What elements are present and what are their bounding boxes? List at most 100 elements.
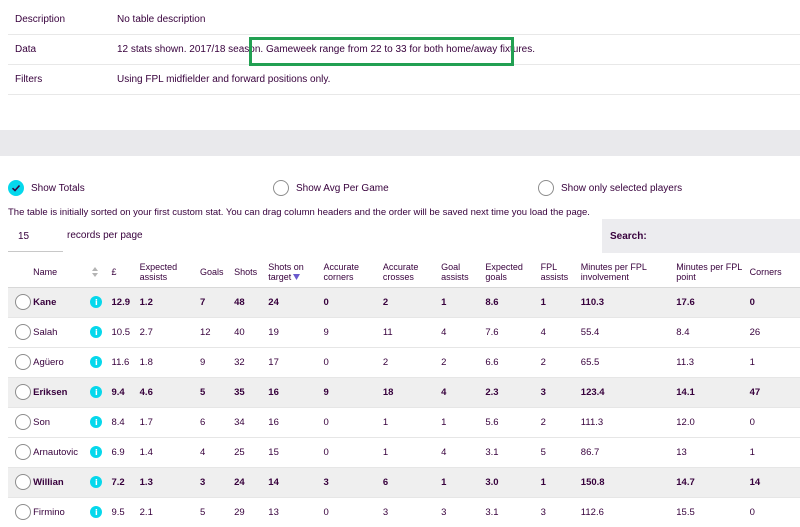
cell-expected-assists: 2.7 [139, 326, 153, 338]
player-info-icon[interactable]: i [90, 476, 103, 488]
header-fpl-assists[interactable]: FPL assists [540, 257, 581, 288]
player-info-cell: i [90, 437, 111, 467]
row-select-radio[interactable] [15, 324, 31, 340]
table-row[interactable]: Salah i 10.5 2.7 12 40 19 9 11 4 7.6 4 55.4 8.4 26 [8, 317, 800, 347]
header-fpl-assists-label: FPL assists [540, 261, 569, 282]
cell-corners: 14 [749, 476, 761, 488]
header-price[interactable]: £ [111, 257, 140, 288]
description-value: No table description [117, 14, 206, 25]
option-show-avg[interactable]: Show Avg Per Game [273, 180, 389, 196]
row-select-radio[interactable] [15, 444, 31, 460]
sort-arrows-icon[interactable] [92, 267, 99, 278]
cell-shots: 24 [234, 476, 245, 488]
table-row[interactable]: Willian i 7.2 1.3 3 24 14 3 6 1 3.0 1 150.8 14.7 14 [8, 467, 800, 497]
player-info-cell: i [90, 347, 111, 377]
row-select-radio[interactable] [15, 474, 31, 490]
option-show-totals[interactable]: Show Totals [8, 180, 85, 196]
table-body: Kane i 12.9 1.2 7 48 24 0 2 1 8.6 1 110.3 17.6 0 Salah i… [8, 287, 800, 527]
row-select-radio[interactable] [15, 354, 31, 370]
header-expected-assists[interactable]: Expected assists [139, 257, 200, 288]
header-minutes-per-point[interactable]: Minutes per FPL point [676, 257, 750, 288]
radio-unchecked-icon[interactable] [273, 180, 289, 196]
table-header-row: Name £ Expected assists Goals Shots Shot… [8, 257, 800, 288]
cell-expected-goals: 3.0 [485, 476, 499, 488]
cell-expected-assists: 1.7 [139, 416, 153, 428]
header-shots-label: Shots [234, 266, 258, 277]
cell-goal-assists: 4 [441, 446, 447, 458]
radio-unchecked-icon[interactable] [538, 180, 554, 196]
cell-fpl-assists: 1 [540, 296, 546, 308]
cell-minutes-per-point: 11.3 [676, 356, 695, 368]
cell-name: Salah [33, 326, 58, 338]
cell-goal-assists: 4 [441, 326, 447, 338]
header-expected-goals[interactable]: Expected goals [485, 257, 541, 288]
cell-minutes-per-point: 13 [676, 446, 687, 458]
row-select-cell [8, 317, 33, 347]
row-select-radio[interactable] [15, 384, 31, 400]
player-info-cell: i [90, 377, 111, 407]
header-shots[interactable]: Shots [234, 257, 269, 288]
header-goal-assists[interactable]: Goal assists [441, 257, 486, 288]
row-select-radio[interactable] [15, 504, 31, 520]
row-select-cell [8, 287, 33, 317]
cell-shots-on-target: 17 [268, 356, 279, 368]
table-row[interactable]: Eriksen i 9.4 4.6 5 35 16 9 18 4 2.3 3 123.4 14.1 47 [8, 377, 800, 407]
cell-fpl-assists: 4 [540, 326, 546, 338]
header-name[interactable]: Name [33, 257, 91, 288]
radio-checked-icon[interactable] [8, 180, 24, 196]
cell-accurate-corners: 0 [323, 416, 329, 428]
player-info-icon[interactable]: i [90, 416, 103, 428]
player-info-icon[interactable]: i [90, 506, 103, 518]
records-per-page-input[interactable] [8, 221, 63, 252]
table-row[interactable]: Firmino i 9.5 2.1 5 29 13 0 3 3 3.1 3 112.6 15.5 0 [8, 497, 800, 527]
player-info-icon[interactable]: i [90, 296, 103, 308]
header-accurate-corners[interactable]: Accurate corners [323, 257, 383, 288]
table-row[interactable]: Son i 8.4 1.7 6 34 16 0 1 1 5.6 2 111.3 12.0 0 [8, 407, 800, 437]
header-corners[interactable]: Corners [749, 257, 800, 288]
option-show-selected[interactable]: Show only selected players [538, 180, 682, 196]
header-accurate-corners-label: Accurate corners [323, 261, 360, 282]
cell-shots-on-target: 13 [268, 506, 279, 518]
cell-expected-assists: 2.1 [139, 506, 153, 518]
show-totals-label: Show Totals [31, 182, 85, 194]
cell-price: 12.9 [111, 296, 131, 308]
cell-shots-on-target: 14 [268, 476, 279, 488]
row-select-radio[interactable] [15, 414, 31, 430]
header-goals-label: Goals [199, 266, 224, 277]
table-row[interactable]: Arnautovic i 6.9 1.4 4 25 15 0 1 4 3.1 5 86.7 13 1 [8, 437, 800, 467]
player-info-icon[interactable]: i [90, 386, 103, 398]
cell-shots: 34 [234, 416, 245, 428]
cell-minutes-per-point: 14.7 [676, 476, 695, 488]
header-sort-toggle[interactable] [90, 257, 112, 288]
player-info-icon[interactable]: i [90, 356, 103, 368]
cell-goals: 9 [199, 356, 206, 368]
cell-goal-assists: 1 [441, 296, 447, 308]
table-row[interactable]: Kane i 12.9 1.2 7 48 24 0 2 1 8.6 1 110.3 17.6 0 [8, 287, 800, 317]
cell-goal-assists: 1 [441, 476, 447, 488]
cell-goals: 7 [199, 296, 206, 308]
filters-value: Using FPL midfielder and forward positio… [117, 74, 331, 85]
header-accurate-crosses[interactable]: Accurate crosses [382, 257, 442, 288]
show-avg-label: Show Avg Per Game [296, 182, 389, 194]
cell-corners: 0 [749, 506, 755, 518]
sort-descending-icon[interactable] [293, 274, 301, 281]
search-label: Search: [610, 230, 647, 242]
player-info-icon[interactable]: i [90, 326, 103, 338]
cell-shots: 25 [234, 446, 245, 458]
header-shots-on-target[interactable]: Shots on target [268, 257, 324, 288]
cell-goals: 12 [199, 326, 211, 338]
search-input[interactable]: Search: [602, 219, 800, 253]
header-minutes-per-involvement[interactable]: Minutes per FPL involvement [580, 257, 677, 288]
cell-shots-on-target: 19 [268, 326, 279, 338]
player-info-cell: i [90, 317, 111, 347]
cell-shots-on-target: 24 [268, 296, 279, 308]
cell-minutes-per-involvement: 65.5 [580, 356, 600, 368]
row-select-cell [8, 467, 33, 497]
row-select-radio[interactable] [15, 294, 31, 310]
header-select [8, 257, 34, 288]
cell-expected-assists: 1.4 [139, 446, 153, 458]
player-info-icon[interactable]: i [90, 446, 103, 458]
table-row[interactable]: Agüero i 11.6 1.8 9 32 17 0 2 2 6.6 2 65.5 11.3 1 [8, 347, 800, 377]
row-select-cell [8, 437, 33, 467]
header-goals[interactable]: Goals [199, 257, 235, 288]
